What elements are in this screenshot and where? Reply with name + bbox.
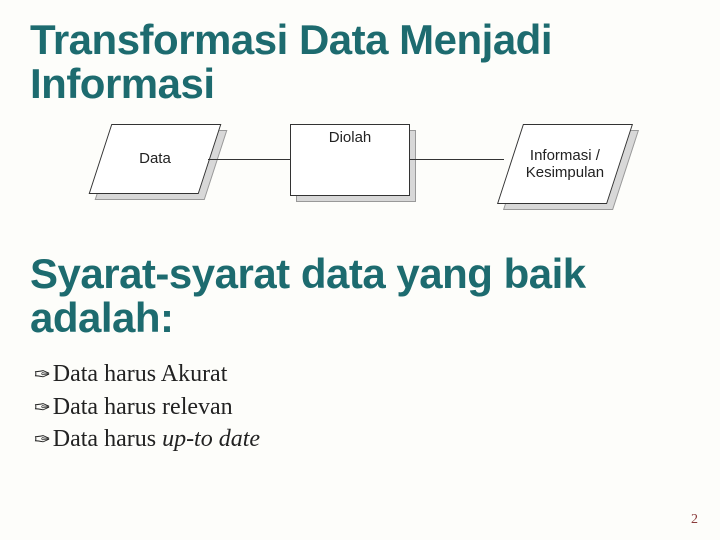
page-number: 2 bbox=[691, 512, 698, 528]
slide-title: Transformasi Data Menjadi Informasi bbox=[30, 18, 690, 106]
bullet-text: Data harus relevan bbox=[53, 394, 233, 420]
node-diolah-label: Diolah bbox=[329, 129, 372, 146]
bullet-text: Data harus Akurat bbox=[53, 361, 228, 387]
bullet-icon: ✑ bbox=[34, 395, 51, 422]
list-item: ✑Data harus Akurat bbox=[34, 358, 690, 390]
list-item: ✑Data harus relevan bbox=[34, 391, 690, 423]
connector-2 bbox=[410, 159, 504, 160]
connector-1 bbox=[208, 159, 290, 160]
bullet-icon: ✑ bbox=[34, 427, 51, 454]
bullet-list: ✑Data harus Akurat ✑Data harus relevan ✑… bbox=[30, 358, 690, 455]
slide: Transformasi Data Menjadi Informasi Data… bbox=[0, 0, 720, 540]
flow-diagram: Data Diolah Informasi / Kesimpulan bbox=[80, 124, 690, 244]
list-item: ✑Data harus up-to date bbox=[34, 423, 690, 455]
node-data-label: Data bbox=[139, 151, 171, 168]
node-informasi-label: Informasi / Kesimpulan bbox=[511, 147, 619, 182]
slide-subtitle: Syarat-syarat data yang baik adalah: bbox=[30, 252, 690, 340]
bullet-text: Data harus bbox=[53, 426, 162, 452]
bullet-icon: ✑ bbox=[34, 362, 51, 389]
bullet-text-italic: up-to date bbox=[162, 426, 260, 452]
